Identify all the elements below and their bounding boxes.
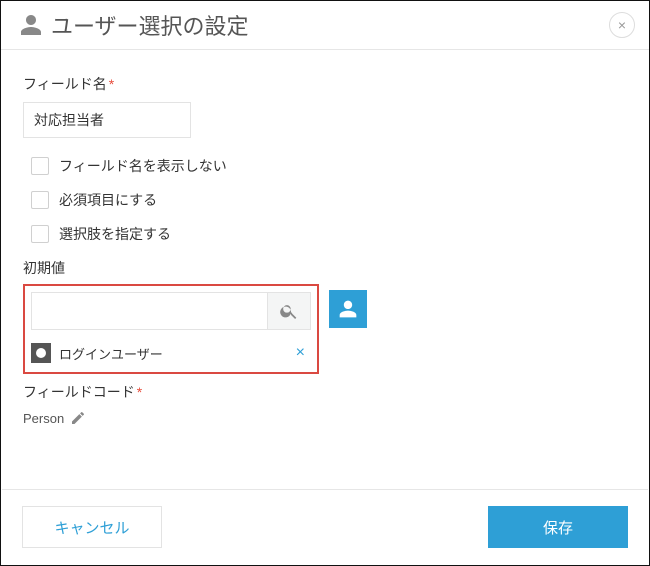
field-code-group: フィールドコード* Person — [23, 382, 627, 426]
required-checkbox[interactable] — [31, 191, 49, 209]
field-name-group: フィールド名* — [23, 74, 627, 138]
search-icon — [279, 301, 299, 321]
save-button-label: 保存 — [543, 517, 573, 538]
initial-value-row: ログインユーザー × — [23, 284, 627, 374]
user-icon — [19, 13, 43, 37]
modal-footer: キャンセル 保存 — [2, 489, 648, 564]
limit-choices-text: 選択肢を指定する — [59, 224, 171, 244]
limit-choices-row: 選択肢を指定する — [31, 224, 627, 244]
cancel-button-label: キャンセル — [54, 517, 129, 538]
field-code-label-text: フィールドコード — [23, 384, 135, 400]
save-button[interactable]: 保存 — [488, 506, 628, 548]
initial-value-chip-label: ログインユーザー — [59, 344, 290, 363]
required-mark-2: * — [137, 384, 142, 400]
user-search-input[interactable] — [32, 293, 268, 329]
initial-value-section: 初期値 ログインユーザー × — [23, 258, 627, 374]
hide-label-checkbox[interactable] — [31, 157, 49, 175]
edit-field-code-button[interactable] — [70, 410, 86, 426]
limit-choices-checkbox[interactable] — [31, 225, 49, 243]
remove-icon: × — [296, 344, 305, 361]
required-text: 必須項目にする — [59, 190, 157, 210]
modal-title-wrap: ユーザー選択の設定 — [19, 9, 609, 41]
login-user-icon — [31, 343, 51, 363]
modal-body: フィールド名* フィールド名を表示しない 必須項目にする 選択肢を指定する 初期… — [1, 50, 649, 454]
pencil-icon — [70, 410, 86, 426]
user-search-wrap — [31, 292, 311, 330]
initial-value-remove[interactable]: × — [290, 344, 311, 362]
hide-label-text: フィールド名を表示しない — [59, 156, 227, 176]
close-icon: × — [618, 17, 626, 33]
modal-header: ユーザー選択の設定 × — [1, 1, 649, 50]
org-icon — [338, 299, 358, 319]
field-name-label: フィールド名* — [23, 74, 627, 94]
required-mark: * — [109, 76, 114, 92]
field-code-line: Person — [23, 410, 627, 426]
field-code-label: フィールドコード* — [23, 382, 627, 402]
hide-label-row: フィールド名を表示しない — [31, 156, 627, 176]
initial-value-chip: ログインユーザー × — [31, 338, 311, 368]
modal-title: ユーザー選択の設定 — [51, 9, 249, 41]
field-name-input[interactable] — [23, 102, 191, 138]
field-name-label-text: フィールド名 — [23, 76, 107, 92]
open-org-picker-button[interactable] — [329, 290, 367, 328]
initial-value-label: 初期値 — [23, 258, 627, 278]
field-code-value: Person — [23, 411, 64, 426]
cancel-button[interactable]: キャンセル — [22, 506, 162, 548]
required-row: 必須項目にする — [31, 190, 627, 210]
initial-value-highlight: ログインユーザー × — [23, 284, 319, 374]
user-search-button[interactable] — [268, 293, 310, 329]
close-button[interactable]: × — [609, 12, 635, 38]
